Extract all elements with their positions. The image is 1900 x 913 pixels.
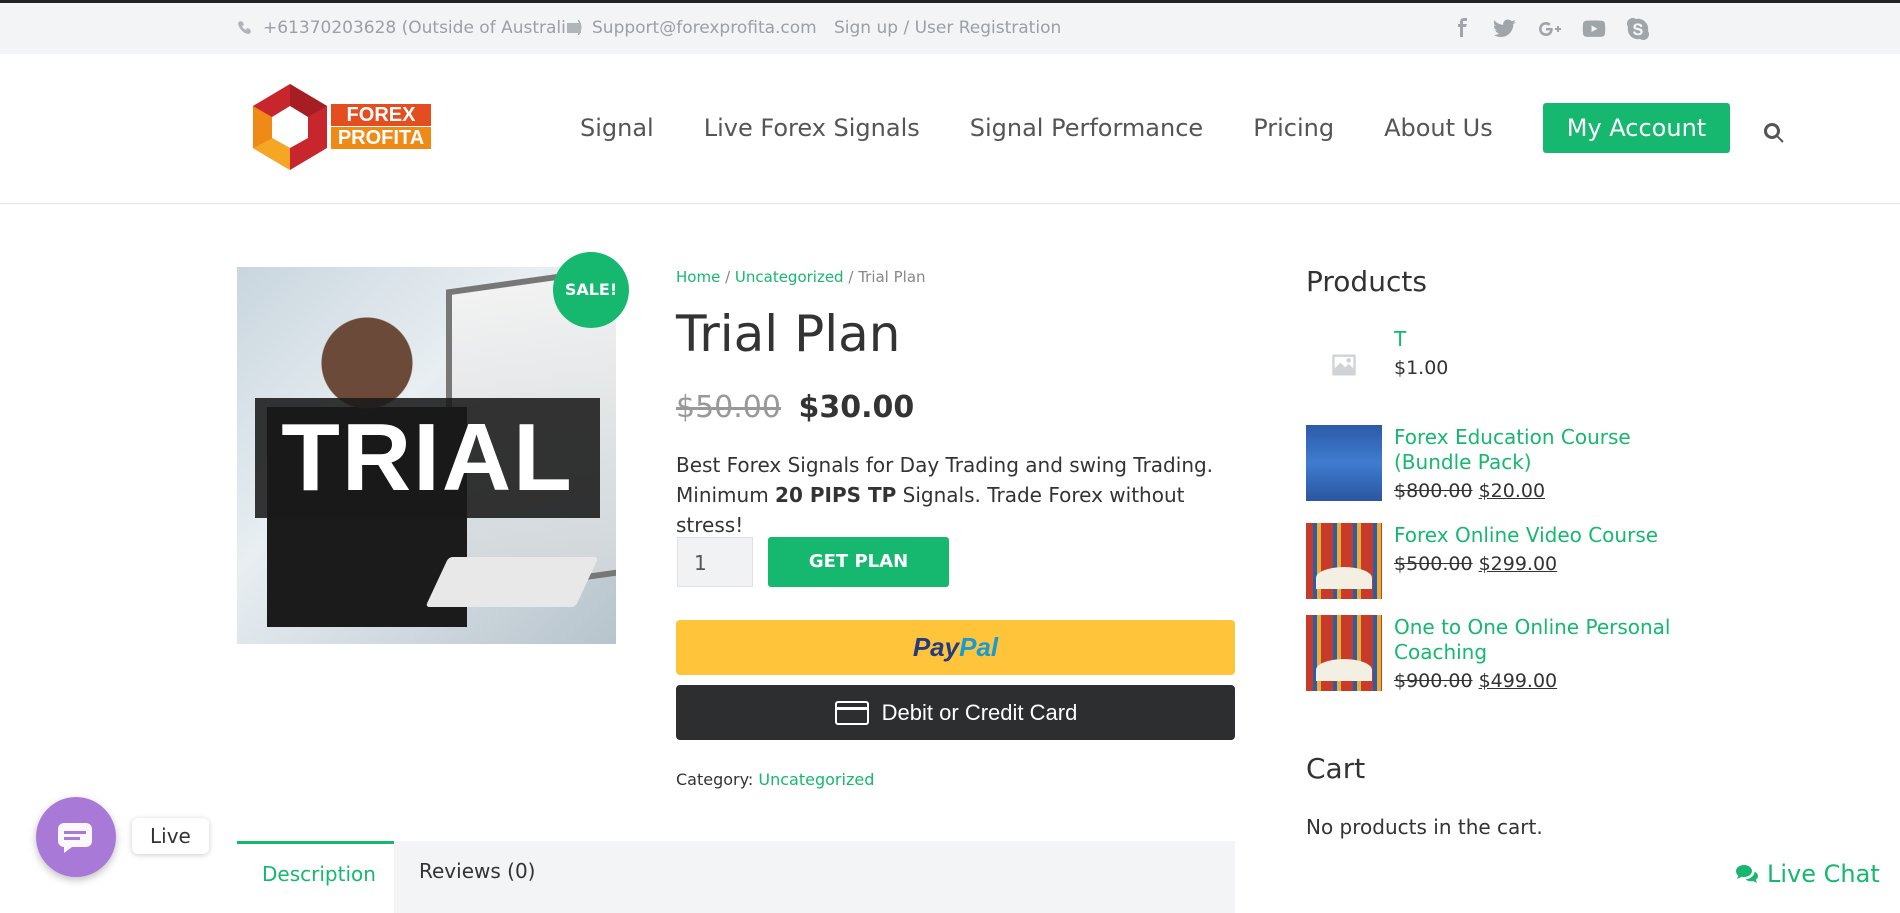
tab-reviews[interactable]: Reviews (0): [394, 841, 560, 913]
signup-link[interactable]: Sign up / User Registration: [834, 18, 1061, 38]
social-links: [1450, 17, 1650, 41]
products-widget-title: Products: [1306, 265, 1427, 298]
desc-bold: 20 PIPS TP: [775, 483, 897, 507]
logo-text-profita: PROFITA: [331, 127, 431, 149]
image-trial-text: TRIAL: [281, 404, 574, 511]
paypal-text-pay: Pay: [912, 632, 960, 662]
quantity-input[interactable]: 1: [677, 537, 753, 587]
product-thumbnail: [1306, 615, 1382, 691]
my-account-button[interactable]: My Account: [1542, 103, 1731, 153]
google-plus-icon[interactable]: [1538, 17, 1562, 41]
search-button[interactable]: [1762, 107, 1786, 149]
breadcrumb-current: Trial Plan: [858, 268, 926, 286]
email-text: Support@forexprofita.com: [592, 18, 817, 38]
image-placeholder-icon: [1332, 354, 1356, 376]
breadcrumb: Home / Uncategorized / Trial Plan: [676, 268, 926, 286]
sidebar-product[interactable]: T $1.00: [1306, 327, 1686, 403]
skype-icon[interactable]: [1626, 17, 1650, 41]
twitter-icon[interactable]: [1494, 17, 1518, 41]
category-label: Category:: [676, 770, 759, 789]
product-name[interactable]: Forex Online Video Course: [1394, 523, 1684, 548]
product-price: $50.00 $30.00: [676, 390, 914, 425]
search-icon: [1764, 122, 1784, 143]
cart-widget-title: Cart: [1306, 752, 1366, 785]
tab-description[interactable]: Description: [237, 841, 394, 913]
credit-card-icon: [834, 700, 869, 725]
envelope-icon: [567, 23, 581, 33]
chat-bubble-icon: [58, 823, 92, 853]
live-label[interactable]: Live: [132, 818, 209, 854]
logo-hexagon-icon: [253, 84, 327, 170]
facebook-icon[interactable]: [1450, 17, 1474, 41]
live-chat-text: Live Chat: [1767, 860, 1880, 888]
nav-pricing[interactable]: Pricing: [1253, 102, 1334, 154]
breadcrumb-sep: /: [843, 268, 859, 286]
product-name[interactable]: Forex Education Course (Bundle Pack): [1394, 425, 1684, 475]
price-new: $30.00: [798, 390, 915, 425]
card-button-label: Debit or Credit Card: [881, 699, 1078, 725]
live-chat-bubble[interactable]: [36, 797, 116, 877]
product-name[interactable]: T: [1394, 327, 1684, 352]
product-tabs: Description Reviews (0): [237, 841, 1235, 913]
email-contact[interactable]: Support@forexprofita.com: [566, 18, 817, 38]
desc-prefix: Minimum: [676, 483, 776, 507]
product-thumbnail: [1306, 523, 1382, 599]
product-price: $800.00 $20.00: [1394, 480, 1545, 502]
breadcrumb-home[interactable]: Home: [676, 268, 720, 286]
product-name[interactable]: One to One Online Personal Coaching: [1394, 615, 1684, 665]
product-price: $500.00 $299.00: [1394, 553, 1557, 575]
top-bar: +61370203628 (Outside of Australia) Supp…: [0, 0, 1900, 54]
sale-badge: SALE!: [553, 252, 629, 328]
product-description: Best Forex Signals for Day Trading and s…: [676, 450, 1236, 540]
comments-icon: [1736, 865, 1758, 883]
sidebar: Products T $1.00 Forex Education Course …: [1306, 265, 1686, 692]
price-new: $20.00: [1478, 480, 1546, 502]
price-new: $299.00: [1478, 553, 1558, 575]
price-new: $499.00: [1478, 670, 1558, 692]
sidebar-product[interactable]: Forex Online Video Course $500.00 $299.00: [1306, 523, 1686, 599]
live-chat-link[interactable]: Live Chat: [1735, 860, 1880, 888]
get-plan-button[interactable]: GET PLAN: [768, 537, 949, 587]
category-link[interactable]: Uncategorized: [758, 770, 874, 789]
product-price: $900.00 $499.00: [1394, 670, 1557, 692]
keyboard-graphic: [425, 557, 599, 607]
phone-text: +61370203628 (Outside of Australia): [263, 18, 583, 38]
product-title: Trial Plan: [676, 305, 901, 363]
phone-contact[interactable]: +61370203628 (Outside of Australia): [237, 18, 583, 38]
product-price: $1.00: [1394, 357, 1449, 379]
breadcrumb-sep: /: [720, 268, 735, 286]
debit-credit-card-button[interactable]: Debit or Credit Card: [676, 685, 1235, 740]
phone-icon: [238, 21, 251, 34]
product-image[interactable]: TRIAL: [237, 267, 616, 644]
nav-signal[interactable]: Signal: [580, 102, 654, 154]
site-header: FOREX PROFITA Signal Live Forex Signals …: [0, 54, 1900, 204]
product-thumbnail: [1306, 425, 1382, 501]
site-logo[interactable]: FOREX PROFITA: [245, 82, 440, 172]
price-old: $50.00: [676, 390, 781, 425]
sidebar-product[interactable]: Forex Education Course (Bundle Pack) $80…: [1306, 425, 1686, 502]
sidebar-product[interactable]: One to One Online Personal Coaching $900…: [1306, 615, 1686, 692]
paypal-button[interactable]: PayPal: [676, 620, 1235, 675]
breadcrumb-category[interactable]: Uncategorized: [735, 268, 844, 286]
paypal-text-pal: Pal: [959, 632, 999, 662]
price-old: $500.00: [1394, 553, 1473, 575]
youtube-icon[interactable]: [1582, 17, 1606, 41]
nav-about-us[interactable]: About Us: [1384, 102, 1493, 154]
product-category: Category: Uncategorized: [676, 770, 874, 789]
main-nav: Signal Live Forex Signals Signal Perform…: [580, 102, 1786, 154]
price-old: $800.00: [1394, 480, 1473, 502]
cart-empty-message: No products in the cart.: [1306, 815, 1543, 839]
nav-live-forex-signals[interactable]: Live Forex Signals: [704, 102, 920, 154]
logo-text-forex: FOREX: [331, 104, 431, 126]
price-old: $900.00: [1394, 670, 1473, 692]
product-thumbnail: [1306, 327, 1382, 403]
nav-signal-performance[interactable]: Signal Performance: [970, 102, 1203, 154]
signup-text: Sign up / User Registration: [834, 18, 1062, 38]
desc-line1: Best Forex Signals for Day Trading and s…: [676, 453, 1214, 477]
